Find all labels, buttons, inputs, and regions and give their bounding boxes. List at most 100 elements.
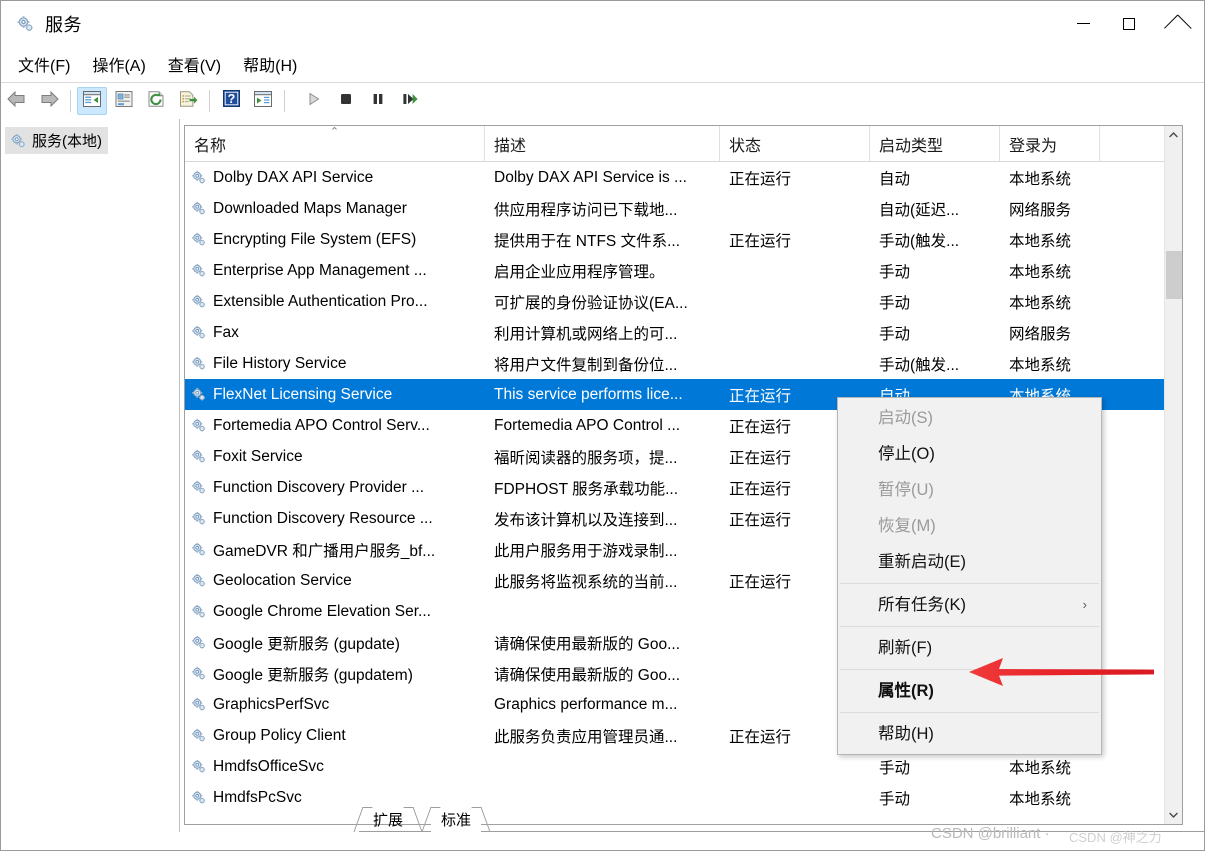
column-header-logon[interactable]: 登录为	[1000, 126, 1100, 161]
context-menu-separator	[840, 626, 1099, 627]
cell-startup: 手动(触发...	[870, 353, 1000, 375]
cell-text: 请确保使用最新版的 Goo...	[494, 666, 681, 684]
cell-text: Fortemedia APO Control ...	[494, 416, 681, 434]
forward-button[interactable]	[34, 87, 64, 115]
cell-desc: 可扩展的身份验证协议(EA...	[485, 291, 720, 313]
watermark-secondary: CSDN @神之力	[1069, 830, 1162, 845]
ctx-restart[interactable]: 重新启动(E)	[838, 544, 1101, 580]
cell-text: Fax	[213, 323, 239, 341]
service-gear-icon	[190, 262, 208, 280]
cell-name: Function Discovery Provider ...	[185, 479, 485, 497]
table-row[interactable]: Fax 利用计算机或网络上的可... 手动 网络服务	[185, 317, 1182, 348]
cell-text: Foxit Service	[213, 447, 303, 465]
toolbar-separator	[70, 90, 71, 112]
refresh-button[interactable]	[141, 87, 171, 115]
cell-text: 正在运行	[729, 418, 792, 436]
services-context-menu[interactable]: 启动(S) 停止(O) 暂停(U) 恢复(M) 重新启动(E) 所有任务(K) › 刷新(F)…	[837, 397, 1102, 755]
menu-file[interactable]: 文件(F)	[7, 49, 81, 79]
back-button[interactable]	[2, 87, 32, 115]
forward-arrow-icon	[38, 90, 60, 113]
menu-help[interactable]: 帮助(H)	[232, 49, 308, 79]
table-row[interactable]: Dolby DAX API Service Dolby DAX API Servi…	[185, 162, 1182, 193]
tab-standard[interactable]: 标准	[421, 807, 491, 832]
cell-text: 手动	[879, 294, 911, 312]
maximize-button[interactable]	[1106, 1, 1152, 46]
start-service-button[interactable]	[299, 87, 329, 115]
close-button[interactable]	[1152, 1, 1204, 46]
menu-action[interactable]: 操作(A)	[81, 49, 156, 79]
console-tree-pane: 服务(本地)	[1, 119, 180, 832]
tab-extended[interactable]: 扩展	[353, 807, 423, 832]
back-arrow-icon	[6, 90, 28, 113]
ctx-help[interactable]: 帮助(H)	[838, 716, 1101, 752]
ctx-refresh[interactable]: 刷新(F)	[838, 630, 1101, 666]
cell-text: This service performs lice...	[494, 385, 683, 403]
tab-standard-label: 标准	[441, 812, 472, 829]
close-icon	[1171, 17, 1185, 31]
cell-logon: 本地系统	[1000, 756, 1100, 778]
cell-desc: 利用计算机或网络上的可...	[485, 322, 720, 344]
table-row[interactable]: Downloaded Maps Manager 供应用程序访问已下载地... 自动(…	[185, 193, 1182, 224]
cell-name: Google 更新服务 (gupdatem)	[185, 663, 485, 685]
cell-text: 本地系统	[1009, 356, 1072, 374]
cell-text: 利用计算机或网络上的可...	[494, 325, 678, 343]
show-hide-console-tree-button[interactable]	[77, 87, 107, 115]
cell-text: Dolby DAX API Service	[213, 168, 374, 186]
cell-desc: Fortemedia APO Control ...	[485, 417, 720, 435]
show-action-pane-button[interactable]	[248, 87, 278, 115]
menu-bar: 文件(F) 操作(A) 查看(V) 帮助(H)	[1, 46, 1204, 83]
column-header-name[interactable]: 名称 ⌃	[185, 126, 485, 161]
cell-text: 手动	[879, 263, 911, 281]
properties-button[interactable]	[109, 87, 139, 115]
service-gear-icon	[190, 293, 208, 311]
cell-logon: 本地系统	[1000, 291, 1100, 313]
cell-desc: Graphics performance m...	[485, 696, 720, 714]
column-header-desc[interactable]: 描述	[485, 126, 720, 161]
ctx-all-tasks[interactable]: 所有任务(K) ›	[838, 587, 1101, 623]
list-column-header: 名称 ⌃ 描述 状态 启动类型 登录为	[185, 126, 1182, 162]
service-gear-icon	[190, 200, 208, 218]
action-pane-icon	[253, 90, 273, 113]
minimize-button[interactable]	[1060, 1, 1106, 46]
cell-startup: 手动	[870, 291, 1000, 313]
cell-text: 此服务负责应用管理员通...	[494, 728, 678, 746]
cell-text: 正在运行	[729, 480, 792, 498]
cell-text: 正在运行	[729, 170, 792, 188]
ctx-pause: 暂停(U)	[838, 472, 1101, 508]
tree-item-label: 服务(本地)	[32, 133, 102, 150]
cell-text: FDPHOST 服务承载功能...	[494, 480, 679, 498]
table-row[interactable]: File History Service 将用户文件复制到备份位... 手动(触发.…	[185, 348, 1182, 379]
scroll-thumb[interactable]	[1166, 251, 1182, 299]
table-row[interactable]: Extensible Authentication Pro... 可扩展的身份验证…	[185, 286, 1182, 317]
pause-service-button[interactable]	[363, 87, 393, 115]
window-controls	[1060, 1, 1204, 46]
help-button[interactable]: ?	[216, 87, 246, 115]
service-gear-icon	[190, 665, 208, 683]
table-row[interactable]: HmdfsOfficeSvc 手动 本地系统	[185, 751, 1182, 782]
restart-service-button[interactable]	[395, 87, 425, 115]
cell-name: Fax	[185, 324, 485, 342]
cell-logon: 本地系统	[1000, 353, 1100, 375]
ctx-properties[interactable]: 属性(R)	[838, 673, 1101, 709]
stop-service-button[interactable]	[331, 87, 361, 115]
context-menu-item-label: 停止(O)	[878, 445, 935, 463]
export-list-button[interactable]	[173, 87, 203, 115]
cell-text: 发布该计算机以及连接到...	[494, 511, 678, 529]
tree-item-services-local[interactable]: 服务(本地)	[5, 127, 108, 154]
cell-text: 此用户服务用于游戏录制...	[494, 542, 678, 560]
table-row[interactable]: Encrypting File System (EFS) 提供用于在 NTFS 文…	[185, 224, 1182, 255]
chevron-right-icon: ›	[1082, 597, 1087, 612]
scroll-up-icon[interactable]	[1165, 126, 1182, 144]
list-vertical-scrollbar[interactable]	[1164, 126, 1182, 824]
ctx-stop[interactable]: 停止(O)	[838, 436, 1101, 472]
column-header-startup[interactable]: 启动类型	[870, 126, 1000, 161]
menu-view[interactable]: 查看(V)	[157, 49, 232, 79]
table-row[interactable]: Enterprise App Management ... 启用企业应用程序管理。…	[185, 255, 1182, 286]
column-header-label: 登录为	[1009, 137, 1058, 155]
cell-name: Encrypting File System (EFS)	[185, 231, 485, 249]
cell-text: 正在运行	[729, 511, 792, 529]
cell-text: 手动(触发...	[879, 232, 960, 250]
cell-logon: 本地系统	[1000, 229, 1100, 251]
cell-text: Enterprise App Management ...	[213, 261, 427, 279]
column-header-status[interactable]: 状态	[720, 126, 870, 161]
